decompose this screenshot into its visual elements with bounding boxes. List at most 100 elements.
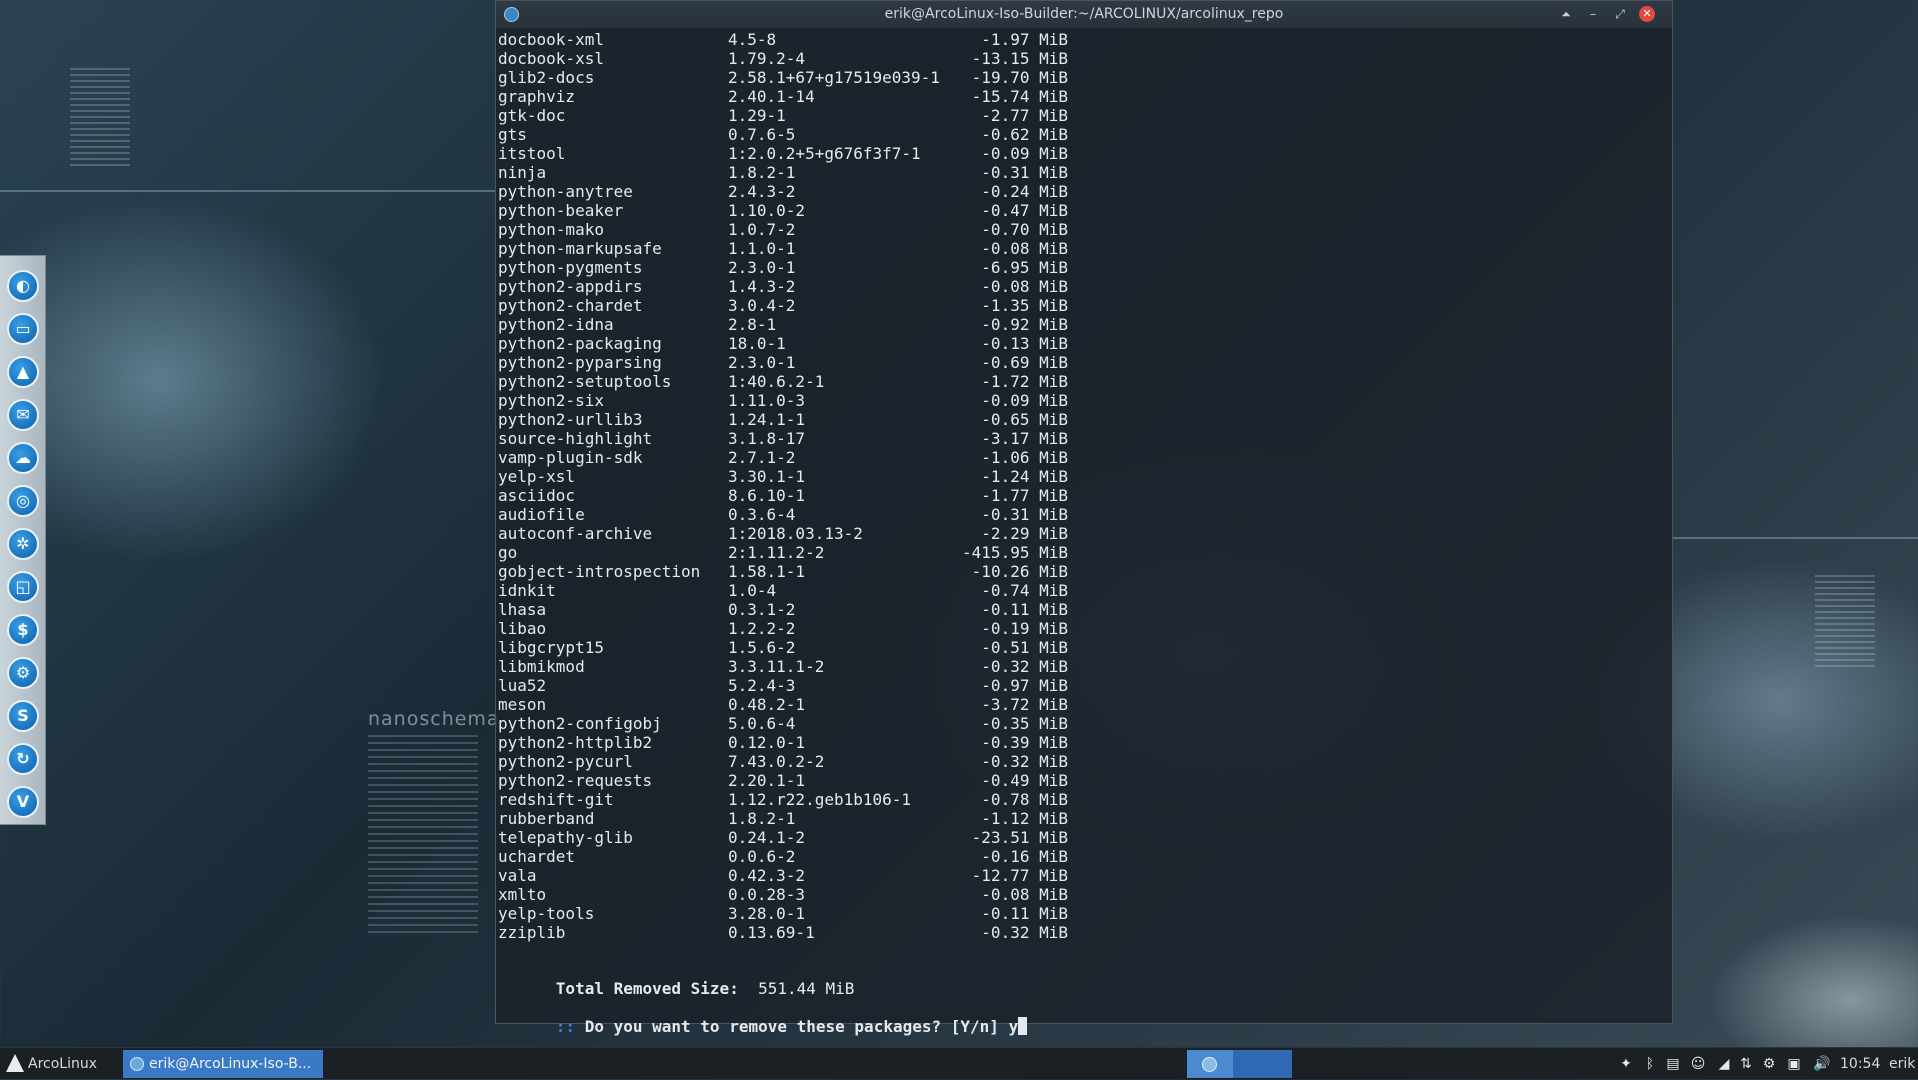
package-name: python-mako xyxy=(498,220,604,239)
terminal-window[interactable]: erik@ArcoLinux-Iso-Builder:~/ARCOLINUX/a… xyxy=(495,0,1673,1036)
terminal-app-icon[interactable] xyxy=(504,7,519,22)
package-size: -0.32 MiB xyxy=(981,923,1068,942)
refresh-icon[interactable]: ↻ xyxy=(7,743,39,775)
firefox-icon[interactable]: ◐ xyxy=(7,270,39,302)
file-manager-icon[interactable]: ▭ xyxy=(7,313,39,345)
network-signal-icon[interactable]: ◢ xyxy=(1715,1055,1733,1073)
workspace-active[interactable] xyxy=(1187,1050,1233,1078)
vivaldi-icon[interactable]: V xyxy=(7,786,39,818)
package-size: -0.09 MiB xyxy=(981,391,1068,410)
taskbar-task-label: erik@ArcoLinux-Iso-B... xyxy=(149,1056,312,1072)
package-size: -6.95 MiB xyxy=(981,258,1068,277)
package-version: 3.28.0-1 xyxy=(728,904,806,923)
package-version: 1.24.1-1 xyxy=(728,410,806,429)
window-titlebar[interactable]: erik@ArcoLinux-Iso-Builder:~/ARCOLINUX/a… xyxy=(496,1,1672,28)
package-version: 1.0-4 xyxy=(728,581,777,600)
package-name: redshift-git xyxy=(498,790,614,809)
taskbar: ArcoLinux erik@ArcoLinux-Iso-B... ✦ ᛒ ▤ ☺ ◢ ⇅… xyxy=(0,1047,1918,1079)
shade-window-icon[interactable]: ⏶ xyxy=(1556,4,1576,24)
package-version: 0.12.0-1 xyxy=(728,733,806,752)
package-version: 1:40.6.2-1 xyxy=(728,372,825,391)
package-name: meson xyxy=(498,695,547,714)
prompt-input[interactable]: y xyxy=(1009,1017,1019,1036)
package-version: 3.0.4-2 xyxy=(728,296,796,315)
terminal-output[interactable]: zziplib 0.13.69-1 -0.32 MiB yelp-tools 3.28.… xyxy=(498,30,1672,1036)
package-size: -0.35 MiB xyxy=(981,714,1068,733)
package-size: -2.77 MiB xyxy=(981,106,1068,125)
package-size: -3.72 MiB xyxy=(981,695,1068,714)
close-window-icon[interactable]: ✕ xyxy=(1639,6,1655,22)
chrome-icon[interactable]: ◎ xyxy=(7,485,39,517)
package-size: -15.74 MiB xyxy=(971,87,1068,106)
archlinux-icon[interactable]: ▲ xyxy=(7,356,39,388)
package-size: -0.19 MiB xyxy=(981,619,1068,638)
package-size: -0.92 MiB xyxy=(981,315,1068,334)
wallpaper-text-block-right xyxy=(1815,575,1875,670)
username-label[interactable]: erik xyxy=(1889,1048,1915,1080)
package-name: glib2-docs xyxy=(498,68,595,87)
clipboard-icon[interactable]: ▤ xyxy=(1664,1055,1682,1073)
package-name: libmikmod xyxy=(498,657,585,676)
package-version: 0.42.3-2 xyxy=(728,866,806,885)
taskbar-task-terminal[interactable]: erik@ArcoLinux-Iso-B... xyxy=(123,1050,323,1078)
network-transfer-icon[interactable]: ⇅ xyxy=(1737,1055,1755,1073)
mail-icon[interactable]: ☁ xyxy=(7,442,39,474)
start-menu-button[interactable]: ArcoLinux xyxy=(4,1048,97,1080)
package-size: -3.17 MiB xyxy=(981,429,1068,448)
package-version: 8.6.10-1 xyxy=(728,486,806,505)
clock[interactable]: 10:54 xyxy=(1840,1048,1880,1080)
window-title: erik@ArcoLinux-Iso-Builder:~/ARCOLINUX/a… xyxy=(884,6,1284,22)
package-size: -0.69 MiB xyxy=(981,353,1068,372)
maximize-window-icon[interactable]: ⤢ xyxy=(1610,4,1630,24)
package-name: go xyxy=(498,543,518,562)
package-size: -0.65 MiB xyxy=(981,410,1068,429)
package-version: 1.5.6-2 xyxy=(728,638,796,657)
package-version: 2.58.1+67+g17519e039-1 xyxy=(728,68,940,87)
volume-icon[interactable]: 🔊 xyxy=(1813,1055,1831,1073)
wallpaper-text-block-center xyxy=(368,735,478,935)
package-name: source-highlight xyxy=(498,429,653,448)
display-icon[interactable]: ▣ xyxy=(1785,1055,1803,1073)
package-version: 0.3.6-4 xyxy=(728,505,796,524)
package-version: 1.1.0-1 xyxy=(728,239,796,258)
skype-icon[interactable]: S xyxy=(7,700,39,732)
package-name: python-pygments xyxy=(498,258,643,277)
package-name: graphviz xyxy=(498,87,576,106)
workspace-pager[interactable] xyxy=(1187,1050,1292,1078)
thunderbird-icon[interactable]: ✉ xyxy=(7,399,39,431)
package-version: 2:1.11.2-2 xyxy=(728,543,825,562)
package-version: 1.4.3-2 xyxy=(728,277,796,296)
package-size: -0.97 MiB xyxy=(981,676,1068,695)
package-version: 0.0.28-3 xyxy=(728,885,806,904)
settings-icon[interactable]: ⚙ xyxy=(7,657,39,689)
package-size: -0.51 MiB xyxy=(981,638,1068,657)
package-size: -1.77 MiB xyxy=(981,486,1068,505)
dropbox-icon[interactable]: ✦ xyxy=(1617,1055,1635,1073)
package-version: 3.3.11.1-2 xyxy=(728,657,825,676)
package-size: -0.11 MiB xyxy=(981,904,1068,923)
aperture-icon[interactable]: ✲ xyxy=(7,528,39,560)
bluetooth-icon[interactable]: ᛒ xyxy=(1641,1055,1659,1073)
package-name: python2-configobj xyxy=(498,714,662,733)
package-version: 7.43.0.2-2 xyxy=(728,752,825,771)
terminal-icon[interactable]: $ xyxy=(7,614,39,646)
wallpaper-line-right xyxy=(1673,537,1918,539)
window-icon[interactable]: ◱ xyxy=(7,571,39,603)
package-size: -23.51 MiB xyxy=(971,828,1068,847)
package-version: 2.8-1 xyxy=(728,315,777,334)
package-size: -0.39 MiB xyxy=(981,733,1068,752)
package-name: uchardet xyxy=(498,847,576,866)
text-cursor xyxy=(1018,1017,1028,1035)
package-version: 0.3.1-2 xyxy=(728,600,796,619)
package-name: python-markupsafe xyxy=(498,239,662,258)
minimize-window-icon[interactable]: – xyxy=(1583,4,1603,24)
package-size: -12.77 MiB xyxy=(971,866,1068,885)
package-size: -0.47 MiB xyxy=(981,201,1068,220)
package-size: -1.12 MiB xyxy=(981,809,1068,828)
package-name: python2-appdirs xyxy=(498,277,643,296)
discord-icon[interactable]: ☺ xyxy=(1689,1055,1707,1073)
package-version: 1.11.0-3 xyxy=(728,391,806,410)
package-size: -0.08 MiB xyxy=(981,277,1068,296)
package-name: docbook-xsl xyxy=(498,49,604,68)
system-settings-icon[interactable]: ⚙ xyxy=(1760,1055,1778,1073)
